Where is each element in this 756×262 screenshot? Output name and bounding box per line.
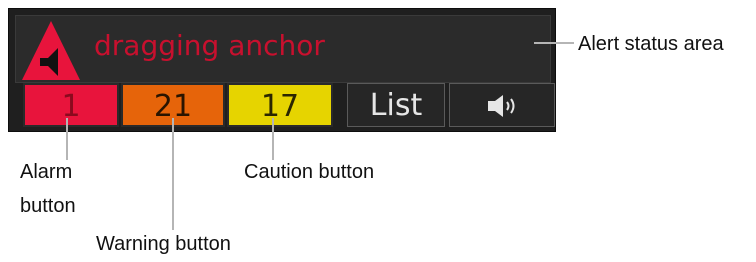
warning-callout-line xyxy=(172,118,174,230)
status-area-callout: Alert status area xyxy=(578,33,724,55)
list-button[interactable]: List xyxy=(347,83,445,127)
alert-status-area[interactable]: dragging anchor xyxy=(15,15,551,83)
alert-panel: dragging anchor 1 21 17 List xyxy=(8,8,556,132)
alarm-callout-line xyxy=(66,118,68,160)
alarm-button[interactable]: 1 xyxy=(23,83,119,127)
caution-callout: Caution button xyxy=(244,161,375,183)
alert-message: dragging anchor xyxy=(94,29,325,62)
alarm-callout-line1: Alarm xyxy=(20,161,73,183)
alarm-triangle-icon xyxy=(22,21,80,80)
speaker-icon xyxy=(488,95,515,117)
status-area-callout-line xyxy=(534,42,574,44)
caution-button[interactable]: 17 xyxy=(227,83,333,127)
alarm-callout-line2: button xyxy=(20,195,76,217)
sound-button[interactable] xyxy=(449,83,555,127)
caution-callout-line xyxy=(272,118,274,160)
warning-callout: Warning button xyxy=(96,233,231,255)
